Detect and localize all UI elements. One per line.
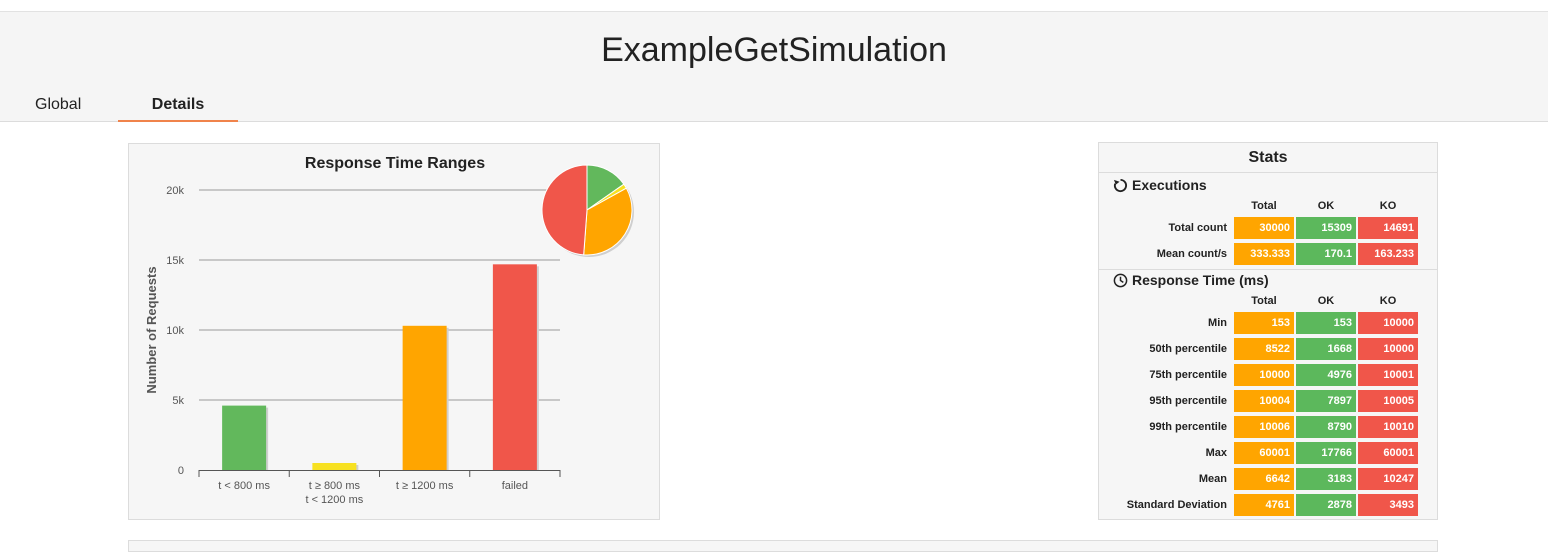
page-title: ExampleGetSimulation [601, 31, 947, 69]
x-tick-label: t ≥ 1200 ms [396, 480, 454, 492]
rt-value-ko: 10010 [1358, 416, 1418, 438]
rt-value-ok: 17766 [1296, 442, 1356, 464]
rt-value-ok: 4976 [1296, 364, 1356, 386]
exec-col-ok: OK [1317, 200, 1335, 212]
rt-value-ok: 3183 [1296, 468, 1356, 490]
rt-col-ko: KO [1379, 295, 1397, 307]
rt-value-total: 10004 [1234, 390, 1294, 412]
refresh-icon [1113, 178, 1127, 192]
rt-value-ok: 153 [1296, 312, 1356, 334]
tab-global[interactable]: Global [35, 96, 81, 122]
pie-slice [541, 164, 588, 256]
exec-value-ko: 163.233 [1358, 243, 1418, 265]
exec-col-total: Total [1251, 200, 1277, 212]
rt-value-ko: 10247 [1358, 468, 1418, 490]
rt-col-total: Total [1251, 295, 1277, 307]
rt-value-ko: 3493 [1358, 494, 1418, 516]
rt-value-ok: 7897 [1296, 390, 1356, 412]
next-panel-edge [128, 540, 1438, 552]
rt-row-label: Mean [1198, 473, 1227, 485]
rt-value-ok: 8790 [1296, 416, 1356, 438]
clock-icon [1113, 273, 1128, 287]
y-axis-label: Number of Requests [144, 266, 159, 393]
rt-row-label: Min [1208, 317, 1227, 329]
section-divider [1099, 269, 1437, 270]
y-tick-label: 0 [178, 465, 184, 477]
bar [222, 405, 267, 470]
rt-value-ko: 10005 [1358, 390, 1418, 412]
rt-value-total: 10006 [1234, 416, 1294, 438]
bar [402, 325, 447, 470]
exec-value-total: 30000 [1234, 217, 1294, 239]
stats-title: Stats [1099, 143, 1437, 173]
rt-value-total: 4761 [1234, 494, 1294, 516]
executions-header: Executions [1113, 177, 1207, 193]
rt-value-total: 10000 [1234, 364, 1294, 386]
y-tick-label: 10k [166, 325, 184, 337]
rt-value-total: 153 [1234, 312, 1294, 334]
bar [312, 463, 357, 470]
x-tick-label: failed [502, 480, 528, 492]
response-time-ranges-chart: Response Time Ranges Number of Requests 0 5… [128, 143, 660, 520]
rt-row-label: 99th percentile [1149, 421, 1227, 433]
rt-value-ok: 1668 [1296, 338, 1356, 360]
rt-row-label: Standard Deviation [1126, 499, 1227, 511]
y-tick-label: 20k [166, 185, 184, 197]
rt-value-total: 60001 [1234, 442, 1294, 464]
chart-title: Response Time Ranges [305, 155, 485, 172]
stats-panel: Stats Executions Total OK KO Response Ti… [1098, 142, 1438, 520]
exec-row-label: Mean count/s [1156, 248, 1227, 260]
response-time-label: Response Time (ms) [1132, 272, 1269, 288]
exec-col-ko: KO [1379, 200, 1397, 212]
x-tick-label: t < 800 ms [218, 480, 270, 492]
rt-col-ok: OK [1317, 295, 1335, 307]
rt-value-ok: 2878 [1296, 494, 1356, 516]
tab-details[interactable]: Details [118, 96, 238, 122]
exec-value-ko: 14691 [1358, 217, 1418, 239]
chart-canvas: Response Time Ranges Number of Requests 0 5… [144, 155, 634, 506]
x-tick-label: t ≥ 800 ms [309, 480, 361, 492]
rt-row-label: Max [1205, 447, 1227, 459]
page-header: ExampleGetSimulation Global Details [0, 11, 1548, 122]
rt-value-ko: 10000 [1358, 338, 1418, 360]
rt-value-total: 8522 [1234, 338, 1294, 360]
rt-value-total: 6642 [1234, 468, 1294, 490]
exec-row-label: Total count [1168, 222, 1227, 234]
rt-row-label: 95th percentile [1149, 395, 1227, 407]
response-time-header: Response Time (ms) [1113, 272, 1269, 288]
x-tick-label: t < 1200 ms [305, 494, 363, 506]
rt-row-label: 75th percentile [1149, 369, 1227, 381]
executions-label: Executions [1132, 177, 1207, 193]
rt-value-ko: 60001 [1358, 442, 1418, 464]
rt-value-ko: 10000 [1358, 312, 1418, 334]
exec-value-ok: 170.1 [1296, 243, 1356, 265]
rt-row-label: 50th percentile [1149, 343, 1227, 355]
y-tick-label: 15k [166, 255, 184, 267]
active-tab-indicator [118, 120, 238, 122]
y-tick-label: 5k [172, 395, 184, 407]
exec-value-total: 333.333 [1234, 243, 1294, 265]
rt-value-ko: 10001 [1358, 364, 1418, 386]
bar [492, 264, 537, 470]
exec-value-ok: 15309 [1296, 217, 1356, 239]
